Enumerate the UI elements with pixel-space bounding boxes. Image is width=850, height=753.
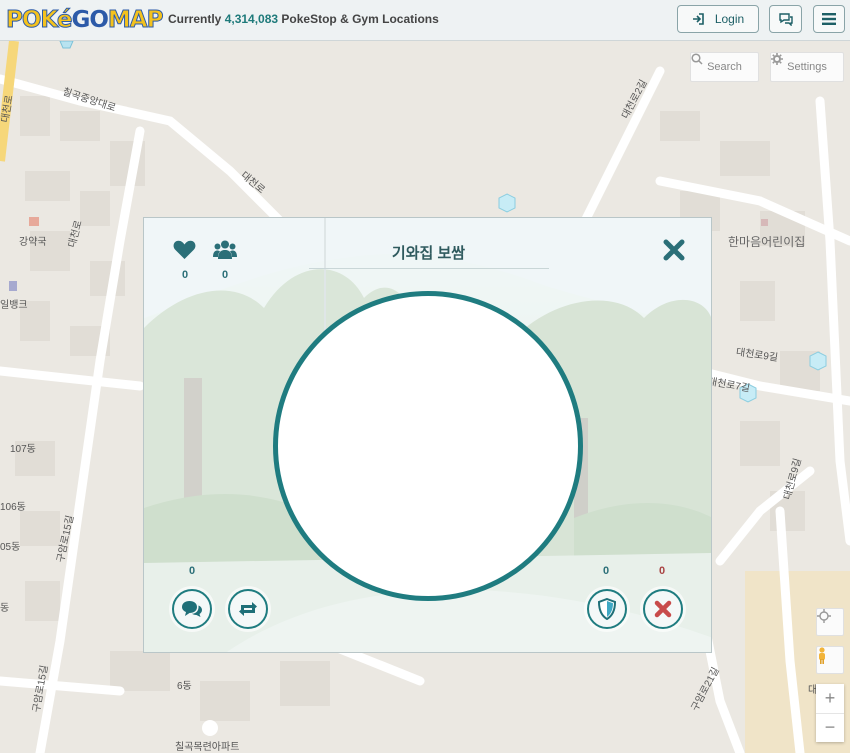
building-label: 동 <box>0 603 10 614</box>
tagline-suffix: PokeStop & Gym Locations <box>281 12 439 26</box>
menu-button[interactable] <box>813 5 845 33</box>
pokestop-dialog: 0 0 기와집 보쌈 0 0 0 <box>143 217 712 653</box>
settings-button[interactable]: Settings <box>770 52 844 82</box>
poi-label: 일뱅크 <box>0 300 28 311</box>
login-label: Login <box>714 12 745 26</box>
x-icon <box>654 600 672 618</box>
comment-icon <box>182 601 202 617</box>
visitors-count: 0 <box>221 269 229 281</box>
poi-label: 칠곡목련아파트 <box>175 742 240 753</box>
building-label: 107동 <box>10 444 36 455</box>
chat-button[interactable] <box>769 5 802 33</box>
sign-in-icon <box>692 13 704 25</box>
login-button[interactable]: Login <box>677 5 759 33</box>
building-label: 6동 <box>177 681 192 692</box>
pegman-icon <box>819 647 825 664</box>
building-label: 106동 <box>0 502 26 513</box>
zoom-out-button[interactable]: − <box>816 712 844 743</box>
top-bar: POKéGOMAP Currently 4,314,083 PokeStop &… <box>0 0 850 41</box>
likes-count: 0 <box>181 269 189 281</box>
menu-icon <box>822 13 836 25</box>
report-button[interactable] <box>643 589 683 629</box>
poi-label: 한마음어린이집 <box>728 235 806 249</box>
search-label: Search <box>707 61 742 73</box>
search-icon <box>691 53 703 65</box>
gym-count: 0 <box>602 565 610 577</box>
shield-icon <box>598 598 616 620</box>
street-view-button[interactable] <box>816 646 844 674</box>
crosshair-icon <box>817 609 831 623</box>
location-counter: Currently 4,314,083 PokeStop & Gym Locat… <box>168 12 439 26</box>
building-label: 05동 <box>0 542 21 553</box>
locate-button[interactable] <box>816 608 844 636</box>
poi-label: 강약국 <box>19 237 47 248</box>
zoom-control: + − <box>816 684 844 742</box>
location-count: 4,314,083 <box>224 12 279 26</box>
zoom-in-button[interactable]: + <box>816 684 844 713</box>
logo[interactable]: POKéGOMAP <box>5 5 163 35</box>
portal-image <box>273 291 583 601</box>
settings-label: Settings <box>787 61 827 73</box>
title-divider <box>309 268 549 269</box>
share-icon <box>239 602 257 616</box>
search-button[interactable]: Search <box>690 52 759 82</box>
share-button[interactable] <box>228 589 268 629</box>
tagline-prefix: Currently <box>168 12 222 26</box>
chat-icon <box>778 13 793 26</box>
gym-button[interactable] <box>587 589 627 629</box>
comments-count: 0 <box>188 565 196 577</box>
gear-icon <box>771 53 783 65</box>
close-icon[interactable] <box>662 238 686 262</box>
dialog-title: 기와집 보쌈 <box>391 245 466 262</box>
report-count: 0 <box>658 565 666 577</box>
comment-button[interactable] <box>172 589 212 629</box>
